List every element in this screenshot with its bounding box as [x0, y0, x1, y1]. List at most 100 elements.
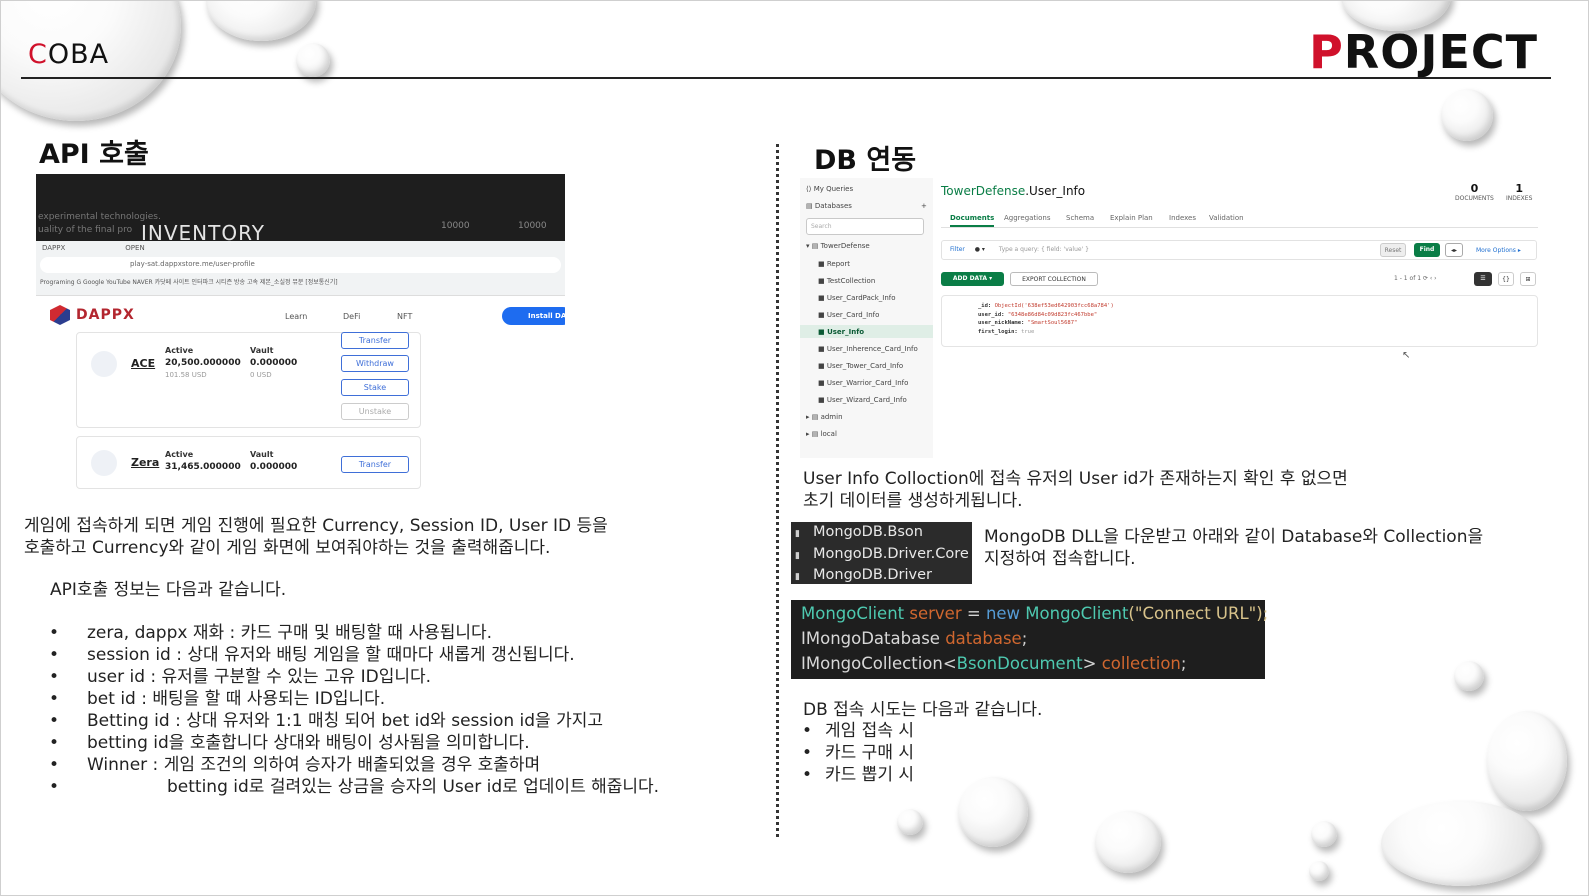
paging-info: 1 - 1 of 1 ⟳ ‹ ›	[1394, 275, 1437, 282]
coin-symbol[interactable]: Zera	[131, 456, 159, 469]
export-collection-button[interactable]: EXPORT COLLECTION	[1010, 272, 1098, 286]
list-item: Betting id : 상대 유저와 1:1 매칭 되어 bet id와 se…	[49, 710, 749, 732]
section-divider	[776, 144, 779, 837]
reset-button[interactable]: Reset	[1380, 243, 1406, 257]
dll-item: MongoDB.Bson	[795, 523, 972, 545]
address-bar[interactable]: play-sat.dappxstore.me/user-profile	[40, 257, 561, 273]
bookmarks-bar[interactable]: Programing G Google YouTube NAVER 카닷페 사이…	[36, 273, 565, 290]
query-input[interactable]: Type a query: { field: 'value' }	[999, 246, 1089, 253]
transfer-button[interactable]: Transfer	[341, 332, 409, 349]
db-try-heading: DB 접속 시도는 다음과 같습니다.	[803, 700, 1043, 720]
mouse-cursor-icon: ↖	[1402, 350, 1411, 361]
project-logo: PROJECT	[1309, 25, 1538, 79]
browser-tabs: DAPPX OPEN	[36, 241, 565, 257]
vault-value: 0.000000	[250, 358, 298, 368]
vault-usd: 0 USD	[250, 371, 272, 379]
collection-item[interactable]: ■ User_Inherence_Card_Info	[818, 345, 918, 353]
databases-item[interactable]: ▤ Databases +	[806, 202, 927, 210]
coba-logo: COBA	[28, 39, 110, 70]
more-options-link[interactable]: More Options ▸	[1476, 247, 1521, 254]
dappx-brand[interactable]: DAPPX	[50, 305, 135, 325]
hero-number: 10000	[441, 221, 470, 231]
tab-aggregations[interactable]: Aggregations	[1004, 214, 1051, 222]
zera-coin-card: Zera Active 31,465.000000 Vault 0.000000…	[76, 436, 421, 489]
collection-item-user-info[interactable]: ■ User_Info	[818, 328, 864, 336]
db-try-list: 게임 접속 시 카드 구매 시 카드 뽑기 시	[802, 720, 914, 786]
water-drop-decoration	[1441, 89, 1493, 141]
mongo-compass-screenshot: ⟨⟩ My Queries ▤ Databases + Search ▾ ▤ T…	[800, 178, 1540, 458]
withdraw-button[interactable]: Withdraw	[341, 355, 409, 372]
db-section-title: DB 연동	[814, 145, 917, 176]
filter-label[interactable]: Filter	[950, 246, 965, 253]
collection-item[interactable]: ■ User_CardPack_Info	[818, 294, 896, 302]
transfer-button[interactable]: Transfer	[341, 456, 409, 473]
tab-schema[interactable]: Schema	[1066, 214, 1094, 222]
tab-indexes[interactable]: Indexes	[1169, 214, 1196, 222]
vault-label: Vault	[250, 346, 274, 355]
collection-item[interactable]: ■ User_Tower_Card_Info	[818, 362, 903, 370]
install-button[interactable]: Install DA	[502, 307, 565, 325]
db-admin[interactable]: ▸ ▤ admin	[806, 413, 843, 421]
water-drop-decoration	[897, 809, 923, 835]
document-card[interactable]: _id: ObjectId('638ef53ed642903fcc68a784'…	[941, 295, 1538, 347]
dll-item: MongoDB.Driver	[795, 566, 972, 588]
collection-item[interactable]: ■ User_Card_Info	[818, 311, 879, 319]
collection-item[interactable]: ■ Report	[818, 260, 850, 268]
dll-item: MongoDB.Driver.Core	[795, 545, 972, 567]
db-towerdefense[interactable]: ▾ ▤ TowerDefense	[806, 242, 870, 250]
list-item: 카드 구매 시	[802, 742, 914, 764]
query-options-icon[interactable]: ● ▾	[975, 246, 985, 253]
document-field: user_id: "6348e86d84c09d823fc467bbe"	[978, 311, 1098, 318]
browser-tab[interactable]: DAPPX	[42, 244, 65, 254]
header-divider	[21, 77, 1551, 79]
code-line-2: IMongoDatabase database;	[801, 629, 1028, 648]
list-item: user id : 유저를 구분할 수 있는 고유 ID입니다.	[49, 666, 749, 688]
my-queries-item[interactable]: ⟨⟩ My Queries	[806, 185, 853, 193]
compass-sidebar: ⟨⟩ My Queries ▤ Databases + Search ▾ ▤ T…	[800, 178, 933, 458]
indexes-stat: 1 INDEXES	[1506, 182, 1533, 202]
slide: COBA PROJECT API 호출 experimental technol…	[0, 0, 1589, 896]
nav-nft[interactable]: NFT	[397, 312, 412, 321]
query-history-icon[interactable]: ◂▸	[1445, 243, 1463, 257]
list-item: zera, dappx 재화 : 카드 구매 및 배팅할 때 사용됩니다.	[49, 622, 749, 644]
nav-learn[interactable]: Learn	[285, 312, 307, 321]
list-item: bet id : 배팅을 할 때 사용되는 ID입니다.	[49, 688, 749, 710]
ace-coin-card: ACE Active 20,500.000000 101.58 USD Vaul…	[76, 332, 421, 428]
table-view-icon[interactable]: ⊞	[1520, 272, 1536, 286]
list-item: 카드 뽑기 시	[802, 764, 914, 786]
document-field: user_nickName: "SmartSoul5687"	[978, 320, 1078, 326]
browser-tab[interactable]: OPEN	[125, 244, 144, 254]
collection-item[interactable]: ■ User_Wizard_Card_Info	[818, 396, 907, 404]
api-section-title: API 호출	[39, 139, 149, 170]
coin-symbol[interactable]: ACE	[131, 357, 155, 370]
active-value: 20,500.000000	[165, 358, 241, 368]
documents-stat: 0 DOCUMENTS	[1455, 182, 1494, 202]
unstake-button[interactable]: Unstake	[341, 403, 409, 420]
api-description: 게임에 접속하게 되면 게임 진행에 필요한 Currency, Session…	[24, 516, 608, 558]
active-value: 31,465.000000	[165, 462, 241, 472]
water-drop-decoration	[206, 1, 316, 41]
find-button[interactable]: Find	[1414, 243, 1440, 257]
db-description: User Info Colloction에 접속 유저의 User id가 존재…	[803, 469, 1348, 511]
tab-documents[interactable]: Documents	[950, 214, 995, 227]
sidebar-search-input[interactable]: Search	[806, 218, 924, 235]
inventory-hero: experimental technologies. uality of the …	[36, 174, 565, 245]
collection-title: TowerDefense.User_Info	[941, 184, 1086, 198]
water-drop-decoration	[1487, 711, 1567, 811]
tab-explain-plan[interactable]: Explain Plan	[1110, 214, 1153, 222]
list-item: Winner : 게임 조건의 의하여 승자가 배출되었을 경우 호출하며	[49, 754, 749, 776]
db-local[interactable]: ▸ ▤ local	[806, 430, 837, 438]
water-drop-decoration	[1381, 801, 1541, 886]
nav-defi[interactable]: DeFi	[343, 312, 360, 321]
list-item-continuation: betting id로 걸려있는 상금을 승자의 User id로 업데이트 해…	[49, 776, 749, 798]
json-view-icon[interactable]: {}	[1498, 272, 1514, 286]
stake-button[interactable]: Stake	[341, 379, 409, 396]
list-item-continuation: betting id을 호출합니다 상대와 배팅이 성사됨을 의미합니다.	[49, 732, 749, 754]
dll-reference-list: MongoDB.Bson MongoDB.Driver.Core MongoDB…	[791, 522, 972, 584]
collection-item[interactable]: ■ TestCollection	[818, 277, 875, 285]
list-view-icon[interactable]: ☰	[1474, 272, 1492, 286]
mongo-connection-code: MongoClient server = new MongoClient("Co…	[791, 600, 1268, 679]
add-data-button[interactable]: ADD DATA ▾	[941, 272, 1004, 286]
collection-item[interactable]: ■ User_Warrior_Card_Info	[818, 379, 908, 387]
tab-validation[interactable]: Validation	[1209, 214, 1244, 222]
